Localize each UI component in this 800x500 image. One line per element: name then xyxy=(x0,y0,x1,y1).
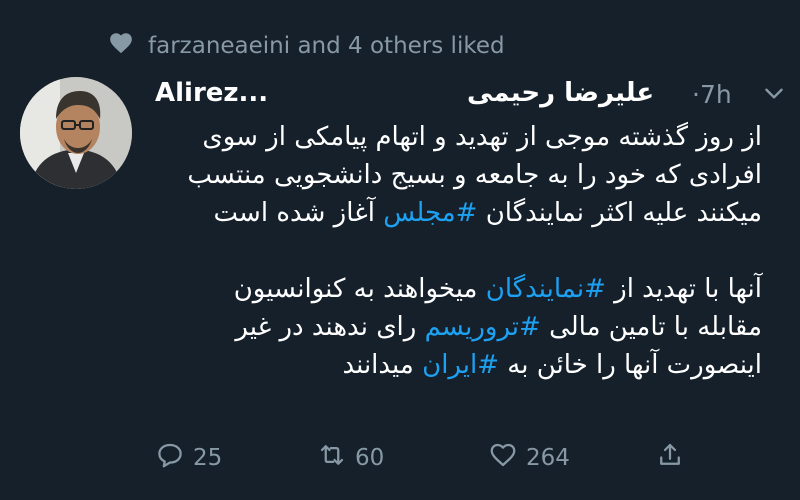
avatar[interactable] xyxy=(20,77,132,189)
tweet-line: افرادی که خود را به جامعه و بسیج دانشجوی… xyxy=(187,160,762,190)
hashtag-link[interactable]: #تروریسم xyxy=(425,312,541,342)
tweet-header: Alirez... علیرضا رحیمی ·7h xyxy=(155,78,785,114)
hashtag-link[interactable]: #نمایندگان xyxy=(486,274,606,304)
tweet-line: اینصورت آنها را خائن به #ایران میدانند xyxy=(342,350,762,380)
tweet-line: میکنند علیه اکثر نمایندگان #مجلس آغاز شد… xyxy=(213,198,762,228)
reply-icon xyxy=(155,440,185,476)
like-count: 264 xyxy=(526,445,570,471)
chevron-down-icon[interactable] xyxy=(761,80,787,106)
retweet-button[interactable]: 60 xyxy=(317,440,384,476)
username[interactable]: Alirez... xyxy=(155,78,268,108)
heart-outline-icon xyxy=(488,440,518,476)
retweet-icon xyxy=(317,440,347,476)
tweet-actions: 25 60 264 xyxy=(155,440,715,480)
reply-count: 25 xyxy=(193,445,223,471)
like-button[interactable]: 264 xyxy=(488,440,570,476)
social-context: farzaneaeini and 4 others liked xyxy=(108,30,505,62)
tweet-line: از روز گذشته موجی از تهدید و اتهام پیامک… xyxy=(202,122,762,152)
social-context-label[interactable]: farzaneaeini and 4 others liked xyxy=(148,33,505,59)
heart-icon xyxy=(108,30,134,62)
share-button[interactable] xyxy=(655,440,685,476)
display-name[interactable]: علیرضا رحیمی xyxy=(467,78,654,108)
tweet-body: از روز گذشته موجی از تهدید و اتهام پیامک… xyxy=(162,118,762,384)
tweet-line: آنها با تهدید از #نمایندگان میخواهند به … xyxy=(233,274,762,304)
hashtag-link[interactable]: #ایران xyxy=(422,350,499,380)
retweet-count: 60 xyxy=(355,445,385,471)
tweet-line: مقابله با تامین مالی #تروریسم رای ندهند … xyxy=(235,312,762,342)
share-icon xyxy=(655,440,685,476)
tweet-time[interactable]: ·7h xyxy=(692,80,732,109)
hashtag-link[interactable]: #مجلس xyxy=(383,198,477,228)
reply-button[interactable]: 25 xyxy=(155,440,222,476)
